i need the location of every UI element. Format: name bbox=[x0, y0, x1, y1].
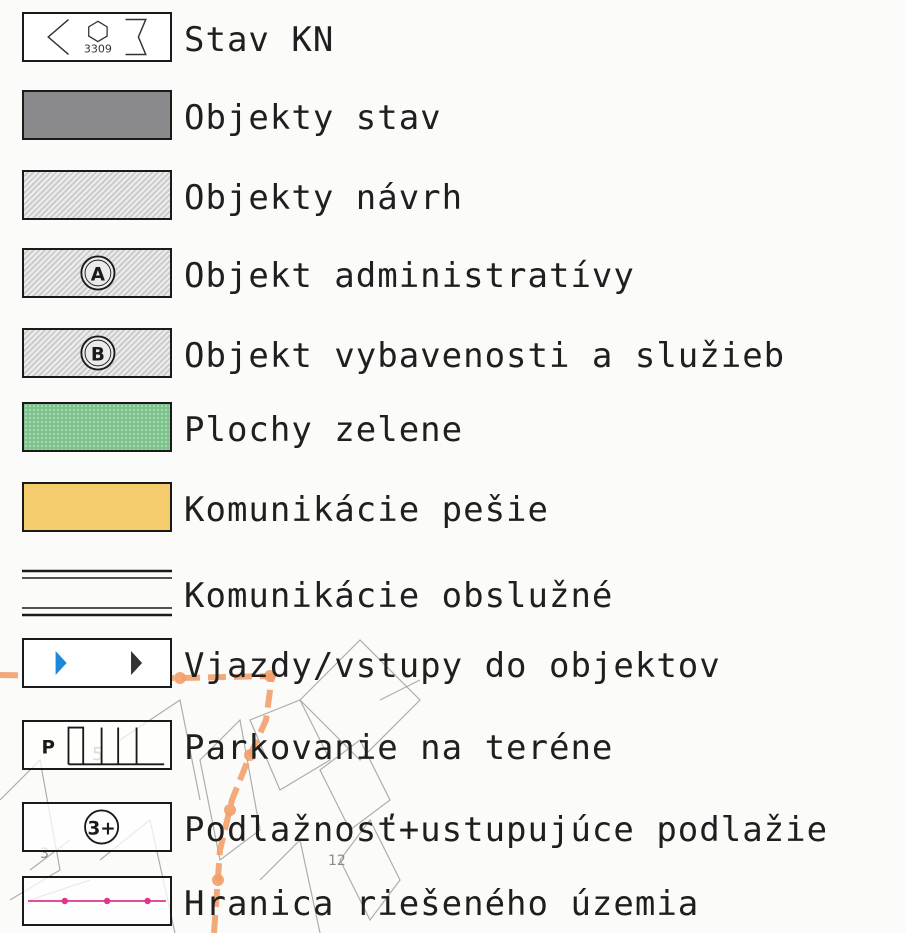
legend-label: Plochy zelene bbox=[184, 410, 464, 450]
legend-item-plochy-zelene: Plochy zelene bbox=[22, 402, 902, 458]
parcel-symbol: 3309 bbox=[22, 12, 172, 62]
legend-item-objekt-administrativy: A Objekt administratívy bbox=[22, 248, 902, 304]
double-line-icon bbox=[22, 569, 172, 617]
legend-label: Objekty návrh bbox=[184, 178, 464, 218]
floors-count-icon: 3+ bbox=[84, 809, 120, 845]
legend-label: Vjazdy/vstupy do objektov bbox=[184, 646, 721, 686]
legend-label: Objekty stav bbox=[184, 98, 442, 138]
legend-label: Hranica riešeného územia bbox=[184, 884, 700, 924]
badge-b-icon: B bbox=[80, 335, 116, 371]
badge-letter: B bbox=[91, 344, 105, 365]
badge-letter: A bbox=[91, 264, 106, 285]
parking-symbol: P bbox=[22, 720, 172, 770]
legend-item-podlaznost: 3+ Podlažnosť+ustupujúce podlažie bbox=[22, 802, 902, 858]
legend-item-parkovanie: P Parkovanie na teréne bbox=[22, 720, 902, 776]
legend-label: Komunikácie obslužné bbox=[184, 576, 614, 616]
existing-building-swatch bbox=[22, 90, 172, 140]
floors-symbol: 3+ bbox=[22, 802, 172, 852]
legend-item-objekt-vybavenosti: B Objekt vybavenosti a služieb bbox=[22, 328, 902, 384]
legend-label: Stav KN bbox=[184, 20, 335, 60]
legend-item-komunikacie-pesie: Komunikácie pešie bbox=[22, 482, 902, 538]
legend-item-stav-kn: 3309 Stav KN bbox=[22, 12, 902, 68]
legend-label: Objekt administratívy bbox=[184, 256, 635, 296]
floors-badge: 3+ bbox=[87, 818, 115, 839]
legend-label: Objekt vybavenosti a služieb bbox=[184, 336, 786, 376]
map-legend: 3309 Stav KN Objekty stav Objekty návrh … bbox=[0, 0, 906, 933]
pedestrian-path-swatch bbox=[22, 482, 172, 532]
legend-item-hranica: Hranica riešeného územia bbox=[22, 876, 902, 932]
services-building-swatch: B bbox=[22, 328, 172, 378]
legend-item-komunikacie-obsluzne: Komunikácie obslužné bbox=[22, 568, 902, 624]
entrance-symbol bbox=[22, 638, 172, 688]
green-area-swatch bbox=[22, 402, 172, 452]
badge-a-icon: A bbox=[80, 255, 116, 291]
proposed-building-swatch bbox=[22, 170, 172, 220]
legend-label: Parkovanie na teréne bbox=[184, 728, 614, 768]
parcel-number: 3309 bbox=[84, 43, 112, 56]
administration-building-swatch: A bbox=[22, 248, 172, 298]
boundary-symbol bbox=[22, 876, 172, 926]
legend-item-vjazdy: Vjazdy/vstupy do objektov bbox=[22, 638, 902, 694]
entrance-arrows-icon bbox=[55, 651, 143, 675]
parking-letter: P bbox=[41, 737, 54, 758]
legend-label: Komunikácie pešie bbox=[184, 490, 549, 530]
boundary-line-icon bbox=[27, 897, 166, 905]
parcel-outline-icon: 3309 bbox=[47, 18, 147, 56]
legend-item-objekty-navrh: Objekty návrh bbox=[22, 170, 902, 226]
legend-item-objekty-stav: Objekty stav bbox=[22, 90, 902, 146]
legend-label: Podlažnosť+ustupujúce podlažie bbox=[184, 810, 829, 850]
parking-icon: P bbox=[41, 726, 165, 766]
service-road-symbol bbox=[22, 568, 172, 618]
